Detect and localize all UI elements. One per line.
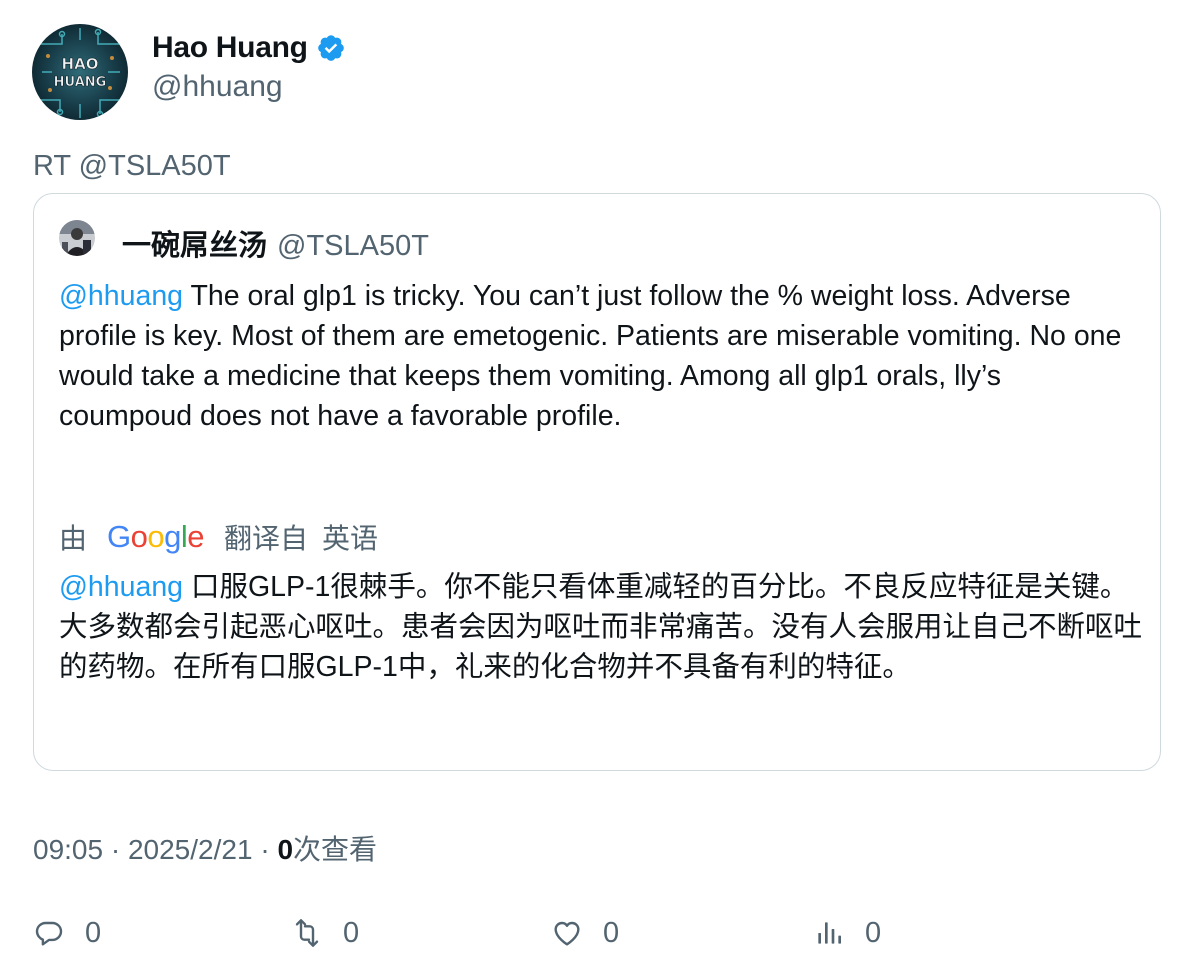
action-bar: 0 0 0 0 [33,910,1163,956]
quoted-author-handle[interactable]: @TSLA50T [277,230,429,263]
quoted-tweet-body: The oral glp1 is tricky. You can’t just … [59,280,1122,432]
views-button[interactable]: 0 [813,910,881,956]
translated-tweet-body: 口服GLP-1很棘手。你不能只看体重减轻的百分比。不良反应特征是关键。大多数都会… [59,571,1143,683]
heart-icon [554,921,580,946]
translated-tweet-text: @hhuang 口服GLP-1很棘手。你不能只看体重减轻的百分比。不良反应特征是… [59,567,1144,687]
views-action-count: 0 [865,916,882,949]
retweet-icon [295,919,319,947]
translate-source-language: 英语 [322,523,379,554]
reply-count: 0 [85,916,102,949]
quoted-author-avatar[interactable] [59,220,95,256]
avatar-text-2: HUANG [54,75,107,90]
views-count: 0 [277,834,294,865]
retweet-count: 0 [343,916,360,949]
quoted-tweet-card[interactable]: 一碗屌丝汤 @TSLA50T @hhuang The oral glp1 is … [33,193,1161,771]
quoted-author-row: 一碗屌丝汤 @TSLA50T [122,222,429,262]
avatar-text-1: HAO [62,55,99,73]
retweet-text: RT @TSLA50T [33,150,231,182]
quoted-tweet-text: @hhuang The oral glp1 is tricky. You can… [59,276,1139,436]
like-button[interactable]: 0 [551,910,619,956]
mention-link[interactable]: @hhuang [59,280,183,312]
translate-label: 翻译自 [224,523,309,554]
tweet-date[interactable]: 2025/2/21 [128,834,253,865]
tweet-time[interactable]: 09:05 [33,834,103,865]
reply-icon [35,921,63,946]
tweet: HAO HUANG Hao Huang @hhuang RT @TSLA50T [0,0,1196,974]
translated-mention-link[interactable]: @hhuang [59,571,183,603]
author-avatar[interactable]: HAO HUANG [32,24,128,120]
author-name[interactable]: Hao Huang [152,31,308,65]
views-label: 次查看 [293,834,378,865]
author-avatar-image: HAO HUANG [32,24,128,120]
google-logo: Google [107,519,205,554]
like-count: 0 [603,916,620,949]
meta-separator: · [252,834,278,865]
quoted-author-name[interactable]: 一碗屌丝汤 [122,222,267,264]
quoted-avatar-image [59,220,95,256]
translation-attribution: 由 Google 翻译自 英语 [59,514,378,560]
reply-button[interactable]: 0 [33,910,101,956]
tweet-meta: 09:05 · 2025/2/21 · 0次查看 [33,828,377,868]
meta-separator: · [103,834,128,865]
author-handle[interactable]: @hhuang [152,70,283,104]
verified-badge-icon [316,33,346,63]
retweet-button[interactable]: 0 [291,910,359,956]
translate-prefix: 由 [59,523,88,554]
analytics-icon [818,922,841,944]
author-name-row: Hao Huang [152,30,346,66]
